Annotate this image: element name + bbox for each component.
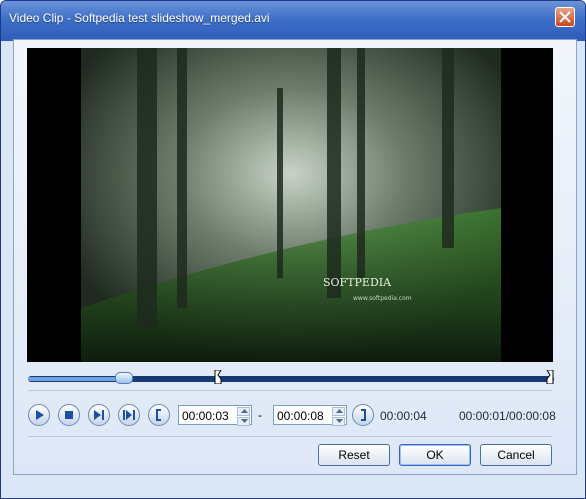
clip-duration: 00:00:04 — [380, 409, 427, 423]
mark-in-marker-icon[interactable] — [214, 370, 222, 384]
spin-up-icon[interactable] — [332, 407, 345, 416]
mark-in-button[interactable] — [148, 404, 170, 426]
play-icon — [36, 410, 44, 420]
start-time-field[interactable]: 00:00:03 — [178, 405, 252, 426]
mark-out-button[interactable] — [352, 404, 374, 426]
video-clip-dialog: Video Clip - Softpedia test slideshow_me… — [0, 0, 586, 499]
stop-button[interactable] — [58, 404, 80, 426]
stop-icon — [65, 411, 73, 419]
playback-position: 00:00:01/00:00:08 — [459, 409, 556, 423]
spin-down-icon[interactable] — [332, 417, 345, 426]
window-title: Video Clip - Softpedia test slideshow_me… — [9, 11, 270, 25]
end-time-spinner[interactable] — [332, 407, 345, 426]
mark-out-marker-icon[interactable] — [546, 370, 554, 384]
skip-to-end-icon — [123, 410, 135, 420]
seek-progress — [28, 377, 123, 381]
ok-button[interactable]: OK — [399, 444, 471, 466]
end-time-value: 00:00:08 — [277, 409, 324, 423]
spin-down-icon[interactable] — [237, 417, 250, 426]
divider — [28, 390, 552, 391]
title-bar: Video Clip - Softpedia test slideshow_me… — [1, 1, 585, 41]
mark-in-icon — [156, 409, 161, 421]
start-time-value: 00:00:03 — [182, 409, 229, 423]
time-range-separator: - — [258, 408, 262, 422]
reset-button[interactable]: Reset — [318, 444, 390, 466]
skip-to-end-button[interactable] — [118, 404, 140, 426]
next-frame-button[interactable] — [88, 404, 110, 426]
close-icon — [559, 11, 571, 23]
mark-out-icon — [361, 409, 366, 421]
cancel-button[interactable]: Cancel — [480, 444, 552, 466]
seek-thumb[interactable] — [114, 372, 133, 384]
spin-up-icon[interactable] — [237, 407, 250, 416]
seek-bar[interactable] — [28, 370, 554, 384]
close-button[interactable] — [555, 7, 575, 27]
overlay-url-text: www.softpedia.com — [353, 295, 412, 302]
next-frame-icon — [94, 410, 104, 420]
divider — [28, 436, 552, 437]
overlay-logo-text: SOFTPEDIA — [323, 276, 392, 289]
dialog-body: SOFTPEDIA www.softpedia.com 00:00:03 - 0… — [13, 39, 577, 475]
end-time-field[interactable]: 00:00:08 — [273, 405, 347, 426]
play-button[interactable] — [28, 404, 50, 426]
start-time-spinner[interactable] — [237, 407, 250, 426]
video-preview: SOFTPEDIA www.softpedia.com — [27, 48, 553, 362]
